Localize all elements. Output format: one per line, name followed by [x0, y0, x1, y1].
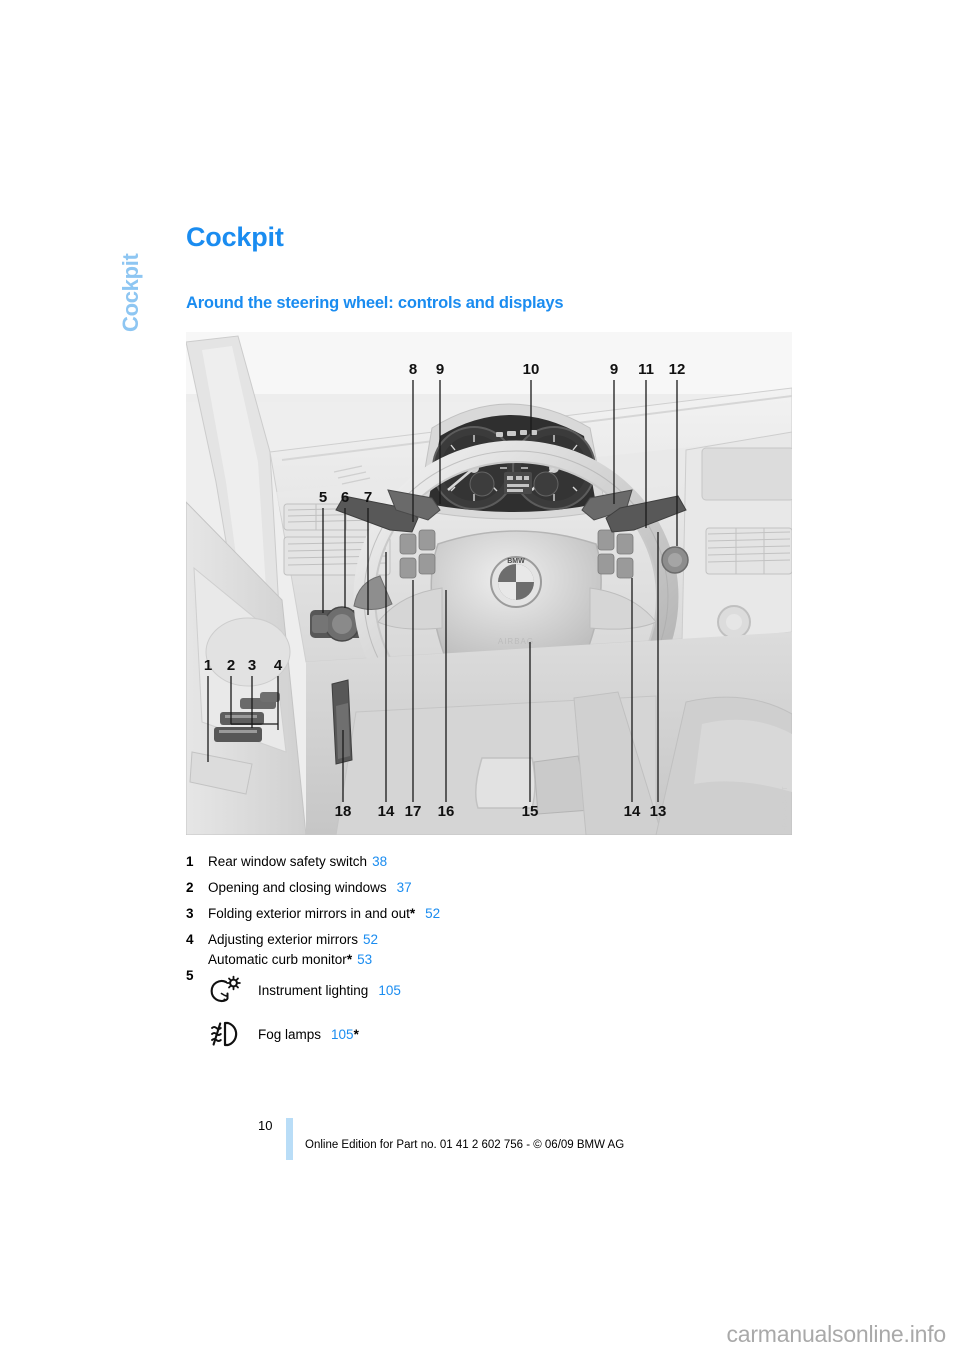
- legend-text: Adjusting exterior mirrors 52 Automatic c…: [208, 930, 378, 968]
- figure-callout-3: 3: [248, 657, 256, 674]
- legend-icon-row-instrument-lighting: Instrument lighting 105: [208, 968, 786, 1012]
- figure-callout-14a: 14: [378, 803, 395, 820]
- figure-callout-1: 1: [204, 657, 212, 674]
- legend-item-3: 3 Folding exterior mirrors in and out* 52: [186, 904, 786, 923]
- legend-page-ref[interactable]: 38: [372, 854, 387, 869]
- legend-subline: Adjusting exterior mirrors 52: [208, 930, 378, 949]
- figure-callout-6: 6: [341, 489, 349, 506]
- legend-text: Opening and closing windows 37: [208, 878, 412, 897]
- fog-lamps-icon: [208, 1018, 258, 1050]
- legend-subline: Automatic curb monitor* 53: [208, 950, 378, 969]
- legend-label: Adjusting exterior mirrors: [208, 932, 359, 948]
- optional-equipment-asterisk: *: [353, 1026, 359, 1042]
- figure-callout-5: 5: [319, 489, 327, 506]
- figure-code: HXCOCKPIT: [782, 785, 789, 831]
- figure-callout-9a: 9: [436, 361, 444, 378]
- figure-callout-16: 16: [438, 803, 455, 820]
- figure-callout-9b: 9: [610, 361, 618, 378]
- legend-label: Instrument lighting: [258, 982, 369, 998]
- page-marker-bar: [286, 1118, 293, 1160]
- figure-callout-18: 18: [335, 803, 352, 820]
- legend-item-2: 2 Opening and closing windows 37: [186, 878, 786, 897]
- legend-number: 4: [186, 932, 194, 948]
- page-number: 10: [258, 1118, 273, 1133]
- legend-list: 1 Rear window safety switch 38 2 Opening …: [186, 852, 786, 976]
- legend-page-ref[interactable]: 37: [397, 880, 412, 895]
- figure-callout-2: 2: [227, 657, 235, 674]
- cockpit-figure: BMW AIRBAG 8 9 10 9 11 12 5 6 7 1 2 3 4 …: [186, 332, 792, 835]
- legend-item-1: 1 Rear window safety switch 38: [186, 852, 786, 871]
- optional-equipment-asterisk: *: [346, 951, 353, 967]
- legend-page-ref[interactable]: 52: [363, 932, 378, 947]
- legend-label: Fog lamps: [258, 1026, 322, 1042]
- page-title: Cockpit: [186, 222, 284, 252]
- site-watermark: carmanualsonline.info: [726, 1321, 946, 1347]
- legend-label: Opening and closing windows: [208, 880, 387, 896]
- legend-number: 5: [186, 968, 194, 983]
- legend-item-4: 4 Adjusting exterior mirrors 52 Automatic…: [186, 930, 786, 968]
- cockpit-illustration: BMW AIRBAG 8 9 10 9 11 12 5 6 7 1 2 3 4 …: [186, 332, 792, 835]
- chapter-tab: Cockpit: [112, 208, 152, 338]
- legend-icon-row-fog-lamps: Fog lamps 105*: [208, 1012, 786, 1056]
- legend-icon-text: Instrument lighting 105: [258, 983, 401, 998]
- figure-callout-7: 7: [364, 489, 372, 506]
- figure-callout-13: 13: [650, 803, 667, 820]
- legend-page-ref[interactable]: 52: [425, 906, 440, 921]
- legend-label: Automatic curb monitor: [208, 951, 347, 967]
- legend-number: 3: [186, 906, 194, 922]
- figure-callout-4: 4: [274, 657, 283, 674]
- optional-equipment-asterisk: *: [409, 906, 416, 922]
- legend-number: 2: [186, 880, 194, 896]
- legend-number: 1: [186, 854, 194, 869]
- figure-callout-11: 11: [638, 361, 654, 378]
- figure-callout-15: 15: [522, 803, 539, 820]
- legend-text: Folding exterior mirrors in and out* 52: [208, 904, 440, 923]
- legend-icon-text: Fog lamps 105*: [258, 1027, 359, 1042]
- svg-text:AIRBAG: AIRBAG: [498, 637, 534, 646]
- figure-callout-10: 10: [523, 361, 540, 378]
- page-footer: 10 Online Edition for Part no. 01 41 2 6…: [258, 1118, 778, 1164]
- figure-callout-8: 8: [409, 361, 417, 378]
- legend-label: Rear window safety switch: [208, 854, 368, 869]
- figure-callout-14b: 14: [624, 803, 641, 820]
- chapter-tab-label: Cockpit: [118, 253, 143, 332]
- figure-callout-17: 17: [405, 803, 422, 820]
- legend-text: Rear window safety switch 38: [208, 852, 387, 871]
- section-title: Around the steering wheel: controls and …: [186, 294, 564, 312]
- figure-callout-12: 12: [669, 361, 686, 378]
- legend-icon-group: 5 Instrument lighting 105 Fog lamps 105*: [186, 968, 786, 1056]
- legend-page-ref[interactable]: 105: [331, 1027, 354, 1042]
- legend-page-ref[interactable]: 53: [357, 952, 372, 967]
- legend-label: Folding exterior mirrors in and out: [208, 906, 410, 922]
- legend-page-ref[interactable]: 105: [378, 983, 401, 998]
- footer-edition-text: Online Edition for Part no. 01 41 2 602 …: [305, 1139, 625, 1151]
- svg-text:BMW: BMW: [507, 558, 525, 565]
- instrument-lighting-icon: [208, 974, 258, 1006]
